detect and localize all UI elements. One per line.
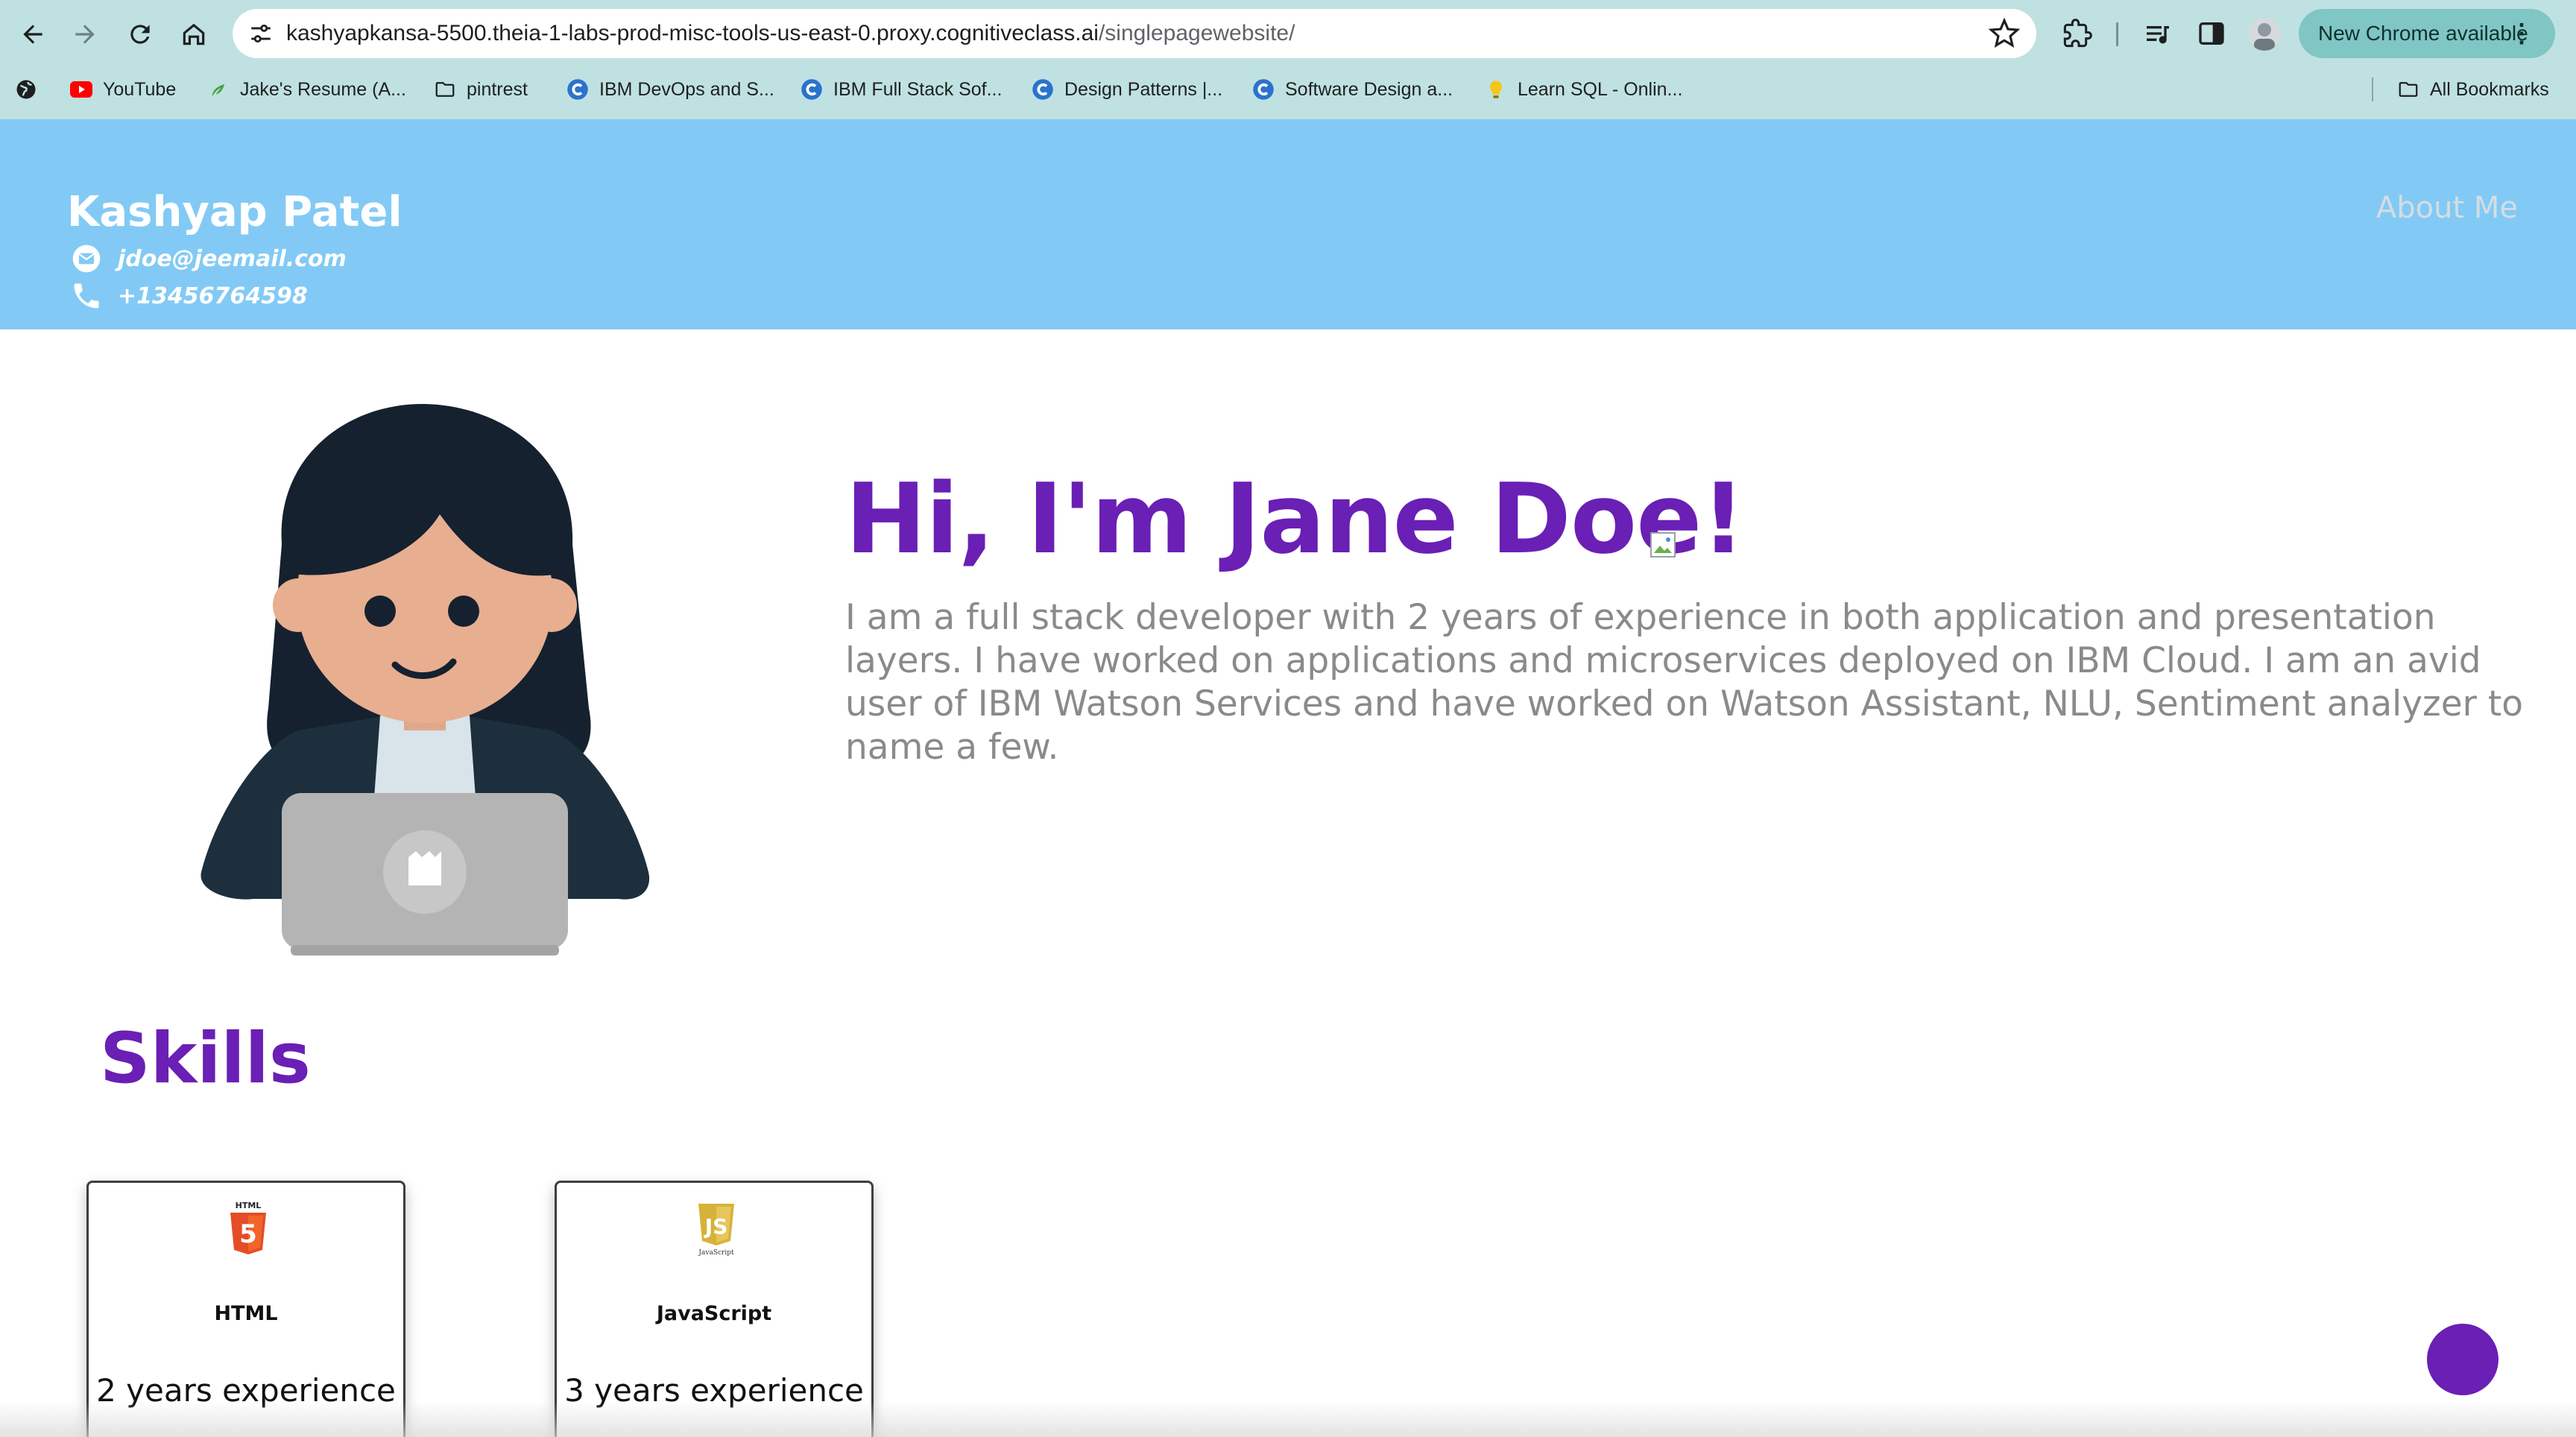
all-bookmarks-button[interactable]: All Bookmarks bbox=[2397, 75, 2549, 104]
html5-logo-number: 5 bbox=[239, 1219, 257, 1249]
browser-toolbar: kashyapkansa-5500.theia-1-labs-prod-misc… bbox=[0, 0, 2576, 69]
folder-icon bbox=[2397, 78, 2419, 101]
html5-logo-icon: HTML 5 bbox=[227, 1199, 269, 1256]
side-panel-icon[interactable] bbox=[2194, 16, 2229, 51]
coursera-icon bbox=[566, 78, 589, 101]
home-icon bbox=[183, 23, 205, 45]
bookmark-label: Design Patterns |... bbox=[1064, 78, 1223, 100]
chrome-update-button[interactable]: New Chrome available ⋮ bbox=[2299, 9, 2555, 58]
nav-about-me[interactable]: About Me bbox=[2376, 191, 2518, 225]
globe-icon bbox=[15, 78, 37, 101]
back-button[interactable] bbox=[13, 15, 52, 54]
url-path: /singlepagewebsite/ bbox=[1098, 21, 1295, 45]
bookmark-ibm-devops[interactable]: IBM DevOps and S... bbox=[566, 75, 774, 104]
chrome-update-label: New Chrome available bbox=[2318, 22, 2528, 45]
html5-logo-caption: HTML bbox=[236, 1201, 262, 1210]
developer-illustration bbox=[194, 395, 656, 961]
home-button[interactable] bbox=[174, 15, 213, 54]
bookmarks-divider bbox=[2372, 78, 2373, 101]
phone-text[interactable]: +13456764598 bbox=[118, 283, 308, 309]
bulb-icon bbox=[1485, 78, 1507, 101]
bookmarks-bar: YouTube Jake's Resume (A... pintrest IBM… bbox=[0, 69, 2576, 110]
javascript-logo-icon: JS JavaScript bbox=[695, 1199, 737, 1257]
skill-card-html[interactable]: HTML 5 HTML 2 years experience bbox=[86, 1181, 405, 1437]
all-bookmarks-label: All Bookmarks bbox=[2430, 78, 2549, 100]
reload-icon bbox=[130, 25, 150, 44]
coursera-icon bbox=[801, 78, 823, 101]
toolbar-divider bbox=[2116, 22, 2118, 46]
hero-title: Hi, I'm Jane Doe! bbox=[845, 462, 1746, 575]
bookmark-label: IBM Full Stack Sof... bbox=[833, 78, 1003, 100]
broken-image-icon bbox=[1650, 532, 1676, 558]
bookmark-apps[interactable] bbox=[15, 75, 48, 104]
bookmark-youtube[interactable]: YouTube bbox=[70, 75, 176, 104]
coursera-icon bbox=[1252, 78, 1275, 101]
youtube-icon bbox=[70, 78, 92, 101]
email-text[interactable]: jdoe@jeemail.com bbox=[118, 246, 347, 272]
forward-button[interactable] bbox=[66, 15, 104, 54]
phone-contact: +13456764598 bbox=[69, 277, 308, 315]
bookmark-label: YouTube bbox=[103, 78, 177, 100]
bookmark-label: Software Design a... bbox=[1285, 78, 1453, 100]
bookmark-label: Learn SQL - Onlin... bbox=[1518, 78, 1683, 100]
skill-name: JavaScript bbox=[656, 1302, 772, 1325]
bookmark-label: Jake's Resume (A... bbox=[240, 78, 406, 100]
bookmark-pintrest[interactable]: pintrest bbox=[434, 75, 528, 104]
phone-icon bbox=[69, 278, 104, 314]
email-icon bbox=[69, 241, 104, 277]
email-contact: jdoe@jeemail.com bbox=[69, 240, 347, 277]
site-info-icon[interactable] bbox=[244, 17, 277, 50]
skill-card-javascript[interactable]: JS JavaScript JavaScript 3 years experie… bbox=[555, 1181, 874, 1437]
more-menu-icon[interactable]: ⋮ bbox=[2509, 9, 2534, 58]
bookmark-label: pintrest bbox=[467, 78, 528, 100]
url-text: kashyapkansa-5500.theia-1-labs-prod-misc… bbox=[286, 9, 1295, 58]
javascript-logo-caption: JavaScript bbox=[698, 1249, 734, 1256]
coursera-icon bbox=[1032, 78, 1054, 101]
site-name: Kashyap Patel bbox=[67, 188, 402, 236]
bookmark-star-icon[interactable] bbox=[1988, 17, 2021, 49]
media-control-icon[interactable] bbox=[2141, 16, 2175, 51]
floating-action-button[interactable] bbox=[2427, 1324, 2498, 1395]
bookmark-learn-sql[interactable]: Learn SQL - Onlin... bbox=[1485, 75, 1682, 104]
skills-heading: Skills bbox=[100, 1018, 311, 1099]
overleaf-icon bbox=[207, 78, 230, 101]
bookmark-ibm-fullstack[interactable]: IBM Full Stack Sof... bbox=[801, 75, 1002, 104]
url-host: kashyapkansa-5500.theia-1-labs-prod-misc… bbox=[286, 21, 1099, 45]
reload-button[interactable] bbox=[121, 15, 160, 54]
extensions-icon[interactable] bbox=[2060, 16, 2094, 51]
bookmark-design-patterns[interactable]: Design Patterns |... bbox=[1032, 75, 1222, 104]
hero-bio: I am a full stack developer with 2 years… bbox=[845, 597, 2524, 768]
address-bar[interactable]: kashyapkansa-5500.theia-1-labs-prod-misc… bbox=[233, 9, 2036, 58]
bookmark-label: IBM DevOps and S... bbox=[599, 78, 774, 100]
javascript-logo-number: JS bbox=[704, 1214, 728, 1239]
profile-avatar[interactable] bbox=[2248, 18, 2281, 51]
arrow-right-icon bbox=[75, 25, 95, 44]
skill-experience: 2 years experience bbox=[96, 1372, 396, 1409]
browser-chrome: kashyapkansa-5500.theia-1-labs-prod-misc… bbox=[0, 0, 2576, 119]
skill-name: HTML bbox=[214, 1302, 278, 1325]
bookmark-jakes-resume[interactable]: Jake's Resume (A... bbox=[207, 75, 406, 104]
arrow-left-icon bbox=[23, 25, 42, 44]
bookmark-software-design[interactable]: Software Design a... bbox=[1252, 75, 1453, 104]
site-header: Kashyap Patel jdoe@jeemail.com +13456764… bbox=[0, 119, 2576, 329]
skill-experience: 3 years experience bbox=[564, 1372, 864, 1409]
folder-icon bbox=[434, 78, 456, 101]
